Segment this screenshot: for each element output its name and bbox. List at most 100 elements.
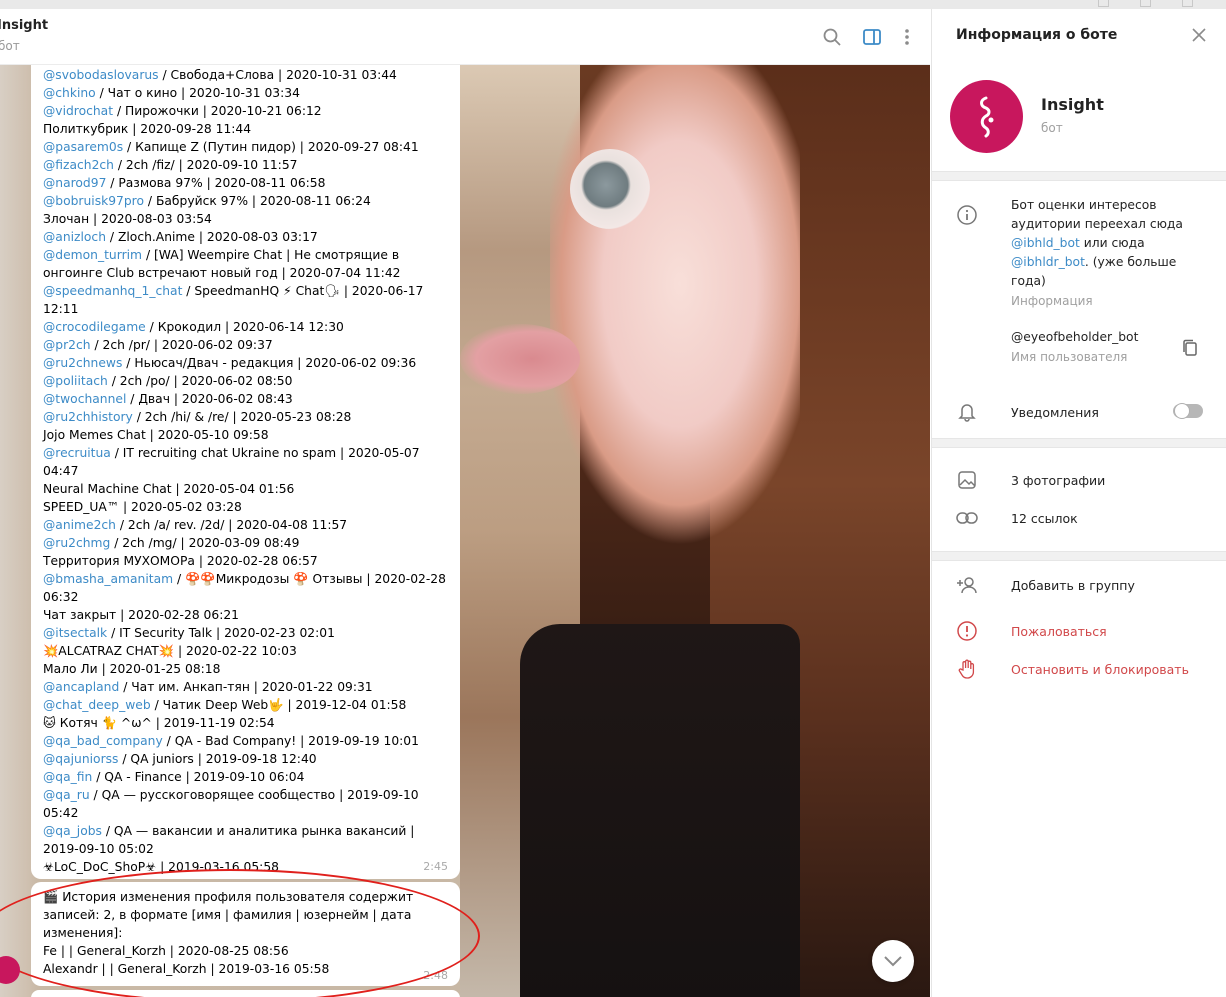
- message-line: 🐱 Котяч 🐈 ^ω^ | 2019-11-19 02:54: [43, 716, 275, 730]
- divider: [932, 551, 1226, 561]
- message-line: @bmasha_amanitam / 🍄🍄Микродозы 🍄 Отзывы …: [43, 572, 446, 604]
- bot-description: Бот оценки интересов аудитории переехал …: [1011, 198, 1183, 288]
- search-icon[interactable]: [821, 26, 843, 48]
- message-line: @anizloch / Zloch.Anime | 2020-08-03 03:…: [43, 230, 318, 244]
- report-button[interactable]: Пожаловаться: [1011, 624, 1107, 639]
- link-icon: [956, 507, 978, 529]
- notifications-toggle[interactable]: [1173, 403, 1203, 419]
- chat-area[interactable]: Новогодний Чат ЗНО | 2020-12-22 05:59ПИЛ…: [0, 9, 930, 997]
- message-line: @speedmanhq_1_chat / SpeedmanHQ ⚡ Chat🗣 …: [43, 284, 424, 316]
- add-user-icon: [956, 574, 978, 596]
- chat-link[interactable]: @demon_turrim: [43, 248, 142, 262]
- chat-link[interactable]: @bobruisk97pro: [43, 194, 144, 208]
- username-caption: Имя пользователя: [1011, 350, 1128, 364]
- message-bubble-chat-history[interactable]: Новогодний Чат ЗНО | 2020-12-22 05:59ПИЛ…: [31, 49, 460, 879]
- chat-link[interactable]: @fizach2ch: [43, 158, 114, 172]
- message-line: @qa_ru / QA — русскоговорящее сообщество…: [43, 788, 419, 820]
- panel-title: Информация о боте: [956, 27, 1118, 43]
- chat-link[interactable]: @bmasha_amanitam: [43, 572, 173, 586]
- chat-link[interactable]: @ru2chhistory: [43, 410, 133, 424]
- chevron-down-icon: [884, 956, 902, 967]
- bot-avatar[interactable]: [950, 80, 1023, 153]
- notifications-label: Уведомления: [1011, 405, 1099, 420]
- chat-link[interactable]: @vidrochat: [43, 104, 113, 118]
- message-line: @poliitach / 2ch /po/ | 2020-06-02 08:50: [43, 374, 293, 388]
- chat-link[interactable]: @anizloch: [43, 230, 106, 244]
- chat-header[interactable]: Insight бот: [0, 9, 930, 65]
- message-line: @crocodilegame / Крокодил | 2020-06-14 1…: [43, 320, 344, 334]
- message-line: Территория МУХОМОРа | 2020-02-28 06:57: [43, 554, 318, 568]
- message-line: SPEED_UA™ | 2020-05-02 03:28: [43, 500, 242, 514]
- photo-message[interactable]: [460, 64, 930, 997]
- chat-link[interactable]: @ancapland: [43, 680, 119, 694]
- close-icon[interactable]: [1191, 27, 1207, 43]
- message-line: Злочан | 2020-08-03 03:54: [43, 212, 212, 226]
- info-icon: [956, 204, 978, 226]
- message-line: Neural Machine Chat | 2020-05-04 01:56: [43, 482, 295, 496]
- photos-count[interactable]: 3 фотографии: [1011, 473, 1105, 488]
- message-line: @twochannel / Двач | 2020-06-02 08:43: [43, 392, 293, 406]
- report-icon: [956, 620, 978, 642]
- message-line: @demon_turrim / [WA] Weempire Chat | Не …: [43, 248, 401, 280]
- message-line: @vidrochat / Пирожочки | 2020-10-21 06:1…: [43, 104, 322, 118]
- chat-link[interactable]: @recruitua: [43, 446, 111, 460]
- copy-icon[interactable]: [1179, 337, 1201, 359]
- chat-link[interactable]: @narod97: [43, 176, 106, 190]
- chat-link[interactable]: @itsectalk: [43, 626, 107, 640]
- chat-link[interactable]: @ru2chnews: [43, 356, 122, 370]
- message-line: @ru2chnews / Ньюсач/Двач - редакция | 20…: [43, 356, 417, 370]
- bot-name: Insight: [1041, 95, 1104, 114]
- chat-link[interactable]: @pr2ch: [43, 338, 91, 352]
- bot-type: бот: [1041, 121, 1063, 135]
- minimize-button[interactable]: [1098, 0, 1109, 7]
- chat-link[interactable]: @qa_bad_company: [43, 734, 163, 748]
- message-time: 2:45: [423, 860, 448, 873]
- stop-and-block-button[interactable]: Остановить и блокировать: [1011, 662, 1189, 677]
- message-line: Политкубрик | 2020-09-28 11:44: [43, 122, 252, 136]
- maximize-button[interactable]: [1140, 0, 1151, 7]
- link-ibhld-bot[interactable]: @ibhld_bot: [1011, 236, 1080, 250]
- chat-link[interactable]: @qa_jobs: [43, 824, 102, 838]
- message-line: @narod97 / Размова 97% | 2020-08-11 06:5…: [43, 176, 326, 190]
- chat-link[interactable]: @speedmanhq_1_chat: [43, 284, 182, 298]
- more-menu-icon[interactable]: [896, 26, 918, 48]
- message-line: @anime2ch / 2ch /a/ rev. /2d/ | 2020-04-…: [43, 518, 348, 532]
- bot-info-panel: Информация о боте Insight бот Бот оценки…: [931, 9, 1226, 997]
- bell-icon: [956, 401, 978, 423]
- message-line: @fizach2ch / 2ch /fiz/ | 2020-09-10 11:5…: [43, 158, 298, 172]
- chat-link[interactable]: @chkino: [43, 86, 96, 100]
- divider: [932, 438, 1226, 448]
- chat-link[interactable]: @poliitach: [43, 374, 108, 388]
- links-count[interactable]: 12 ссылок: [1011, 511, 1078, 526]
- description-caption: Информация: [1011, 294, 1093, 308]
- chat-link[interactable]: @qa_fin: [43, 770, 92, 784]
- scroll-down-button[interactable]: [872, 940, 914, 982]
- chat-link[interactable]: @pasarem0s: [43, 140, 123, 154]
- message-line: 💥ALCATRAZ CHAT💥 | 2020-02-22 10:03: [43, 644, 297, 658]
- message-line: @recruitua / IT recruiting chat Ukraine …: [43, 446, 420, 478]
- window-close-button[interactable]: [1182, 0, 1193, 7]
- chat-link[interactable]: @crocodilegame: [43, 320, 146, 334]
- chat-link[interactable]: @qa_ru: [43, 788, 90, 802]
- message-line: Jojo Memes Chat | 2020-05-10 09:58: [43, 428, 269, 442]
- chat-link[interactable]: @ru2chmg: [43, 536, 110, 550]
- message-line: @chkino / Чат о кино | 2020-10-31 03:34: [43, 86, 300, 100]
- sidebar-toggle-icon[interactable]: [861, 26, 883, 48]
- message-line: @bobruisk97pro / Бабруйск 97% | 2020-08-…: [43, 194, 371, 208]
- photo-icon: [956, 469, 978, 491]
- chat-link[interactable]: @svobodaslovarus: [43, 68, 159, 82]
- window-title-strip: [0, 0, 1226, 9]
- chat-title[interactable]: Insight: [0, 18, 48, 33]
- add-to-group-button[interactable]: Добавить в группу: [1011, 578, 1135, 593]
- chat-link[interactable]: @twochannel: [43, 392, 126, 406]
- bot-username[interactable]: @eyeofbeholder_bot: [1011, 328, 1138, 347]
- link-ibhldr-bot[interactable]: @ibhldr_bot: [1011, 255, 1085, 269]
- insight-logo-icon: [980, 96, 994, 138]
- chat-link[interactable]: @anime2ch: [43, 518, 116, 532]
- message-line: @svobodaslovarus / Свобода+Слова | 2020-…: [43, 68, 397, 82]
- message-line: @pr2ch / 2ch /pr/ | 2020-06-02 09:37: [43, 338, 273, 352]
- chat-link[interactable]: @qajuniorss: [43, 752, 118, 766]
- message-line: @ancapland / Чат им. Анкап-тян | 2020-01…: [43, 680, 373, 694]
- message-line: Чат закрыт | 2020-02-28 06:21: [43, 608, 239, 622]
- chat-link[interactable]: @chat_deep_web: [43, 698, 151, 712]
